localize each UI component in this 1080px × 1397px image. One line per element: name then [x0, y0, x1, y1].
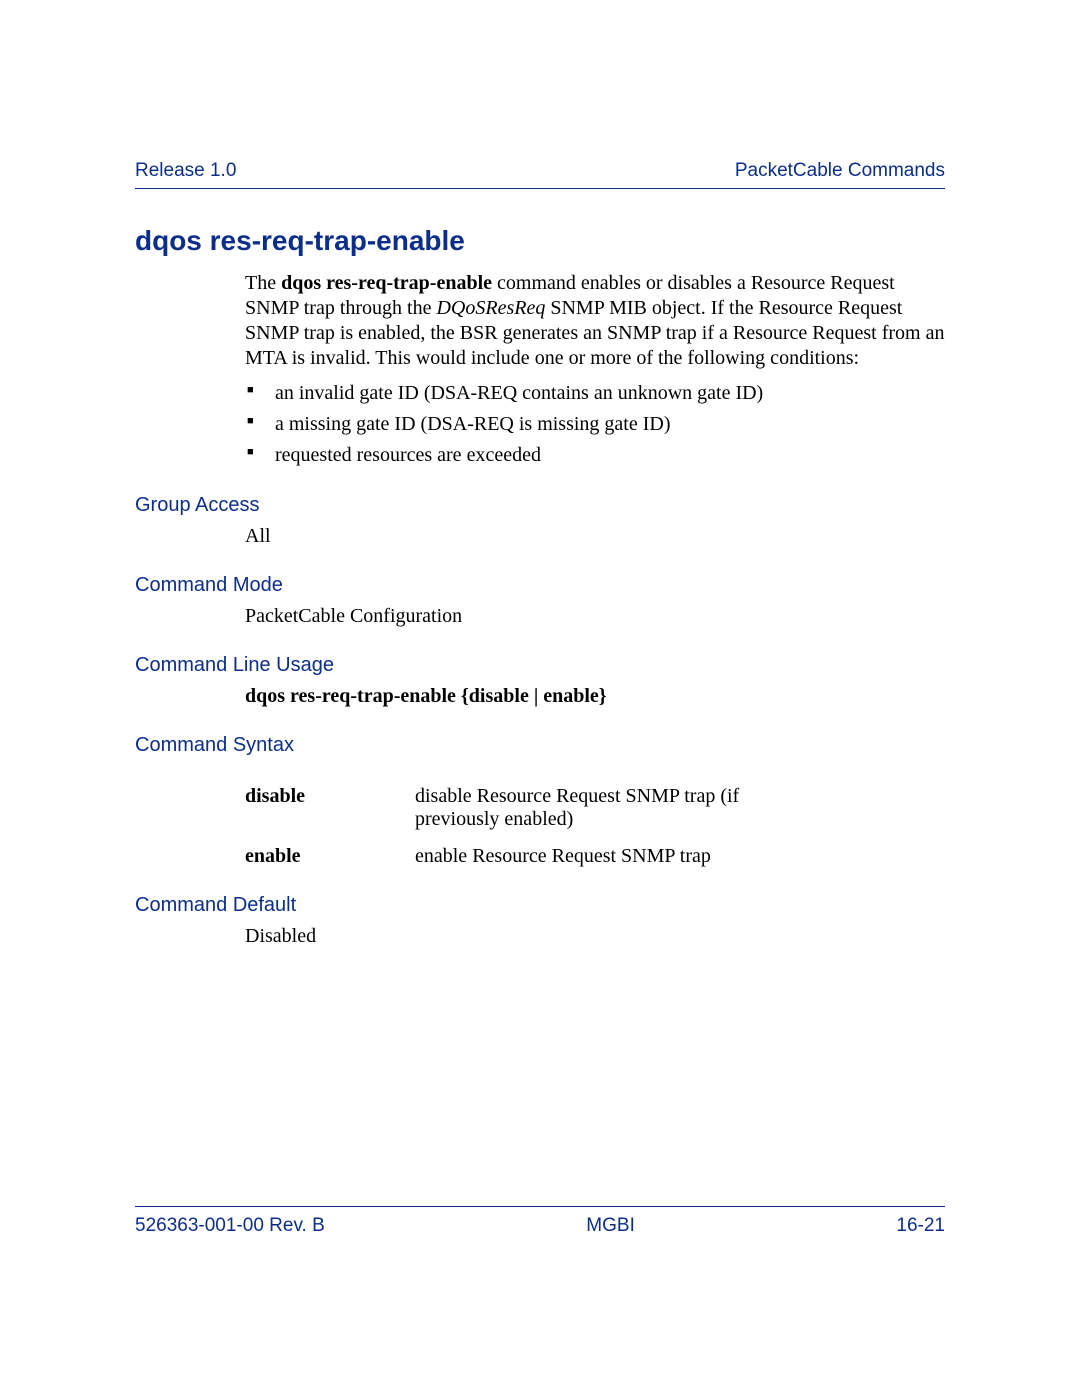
section-command-mode-value: PacketCable Configuration [245, 605, 945, 628]
list-item: a missing gate ID (DSA-REQ is missing ga… [245, 412, 945, 437]
page-footer: 526363-001-00 Rev. B MGBI 16-21 [135, 1206, 945, 1237]
syntax-desc: enable Resource Request SNMP trap [415, 845, 711, 868]
section-group-access-value: All [245, 525, 945, 548]
syntax-desc: disable Resource Request SNMP trap (if p… [415, 785, 795, 831]
section-command-default-label: Command Default [135, 894, 945, 917]
section-command-line-usage-label: Command Line Usage [135, 654, 945, 677]
header-section: PacketCable Commands [735, 160, 945, 182]
section-command-syntax-label: Command Syntax [135, 734, 945, 757]
section-command-line-usage-value: dqos res-req-trap-enable {disable | enab… [245, 685, 945, 708]
syntax-table: disable disable Resource Request SNMP tr… [245, 785, 945, 868]
intro-paragraph: The dqos res-req-trap-enable command ena… [245, 271, 945, 468]
footer-center: MGBI [586, 1215, 635, 1237]
table-row: disable disable Resource Request SNMP tr… [245, 785, 945, 831]
intro-mib-name: DQoSResReq [436, 297, 545, 319]
list-item: an invalid gate ID (DSA-REQ contains an … [245, 381, 945, 406]
list-item: requested resources are exceeded [245, 443, 945, 468]
header-release: Release 1.0 [135, 160, 236, 182]
footer-docnum: 526363-001-00 Rev. B [135, 1215, 325, 1237]
syntax-key: enable [245, 845, 415, 868]
section-command-mode-label: Command Mode [135, 574, 945, 597]
page-header: Release 1.0 PacketCable Commands [135, 160, 945, 189]
page: Release 1.0 PacketCable Commands dqos re… [0, 0, 1080, 1397]
section-command-default-value: Disabled [245, 925, 945, 948]
table-row: enable enable Resource Request SNMP trap [245, 845, 945, 868]
intro-prefix: The [245, 272, 281, 294]
footer-pagenum: 16-21 [896, 1215, 945, 1237]
command-title: dqos res-req-trap-enable [135, 225, 945, 257]
intro-command-name: dqos res-req-trap-enable [281, 272, 492, 294]
syntax-key: disable [245, 785, 415, 831]
section-group-access-label: Group Access [135, 494, 945, 517]
conditions-list: an invalid gate ID (DSA-REQ contains an … [245, 381, 945, 468]
